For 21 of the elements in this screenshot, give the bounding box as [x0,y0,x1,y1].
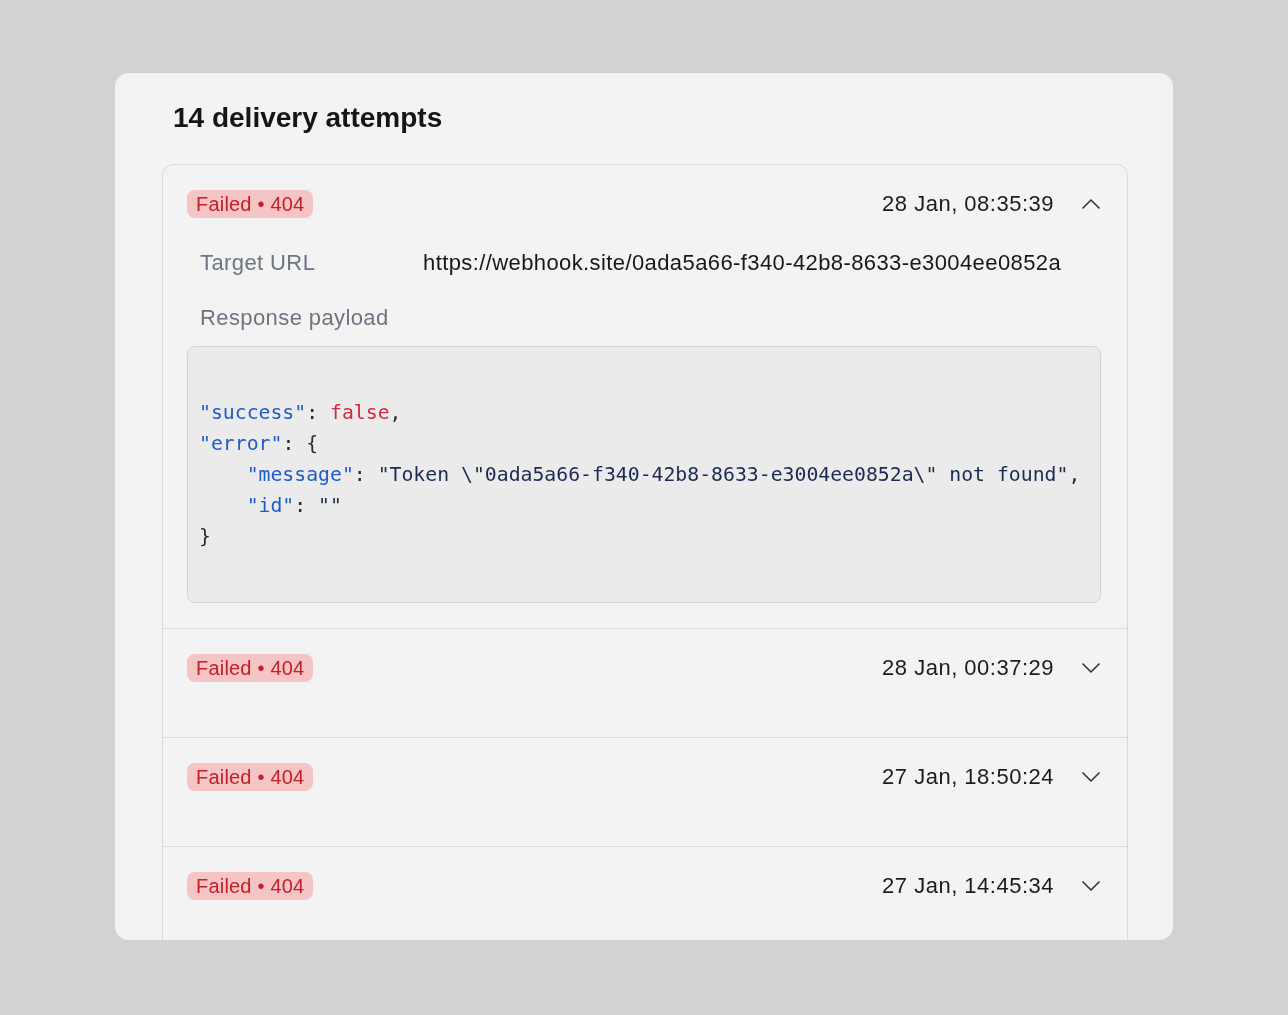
code-line: "message": "Token \"0ada5a66-f340-42b8-8633-e3004ee0852a\" not found", [246,462,1081,488]
attempt-time: 27 Jan, 14:45:34 [882,873,1054,899]
attempt-time: 27 Jan, 18:50:24 [882,764,1054,790]
status-badge: Failed • 404 [187,872,314,900]
chevron-down-icon[interactable] [1082,663,1100,673]
code-line: } [199,524,211,550]
chevron-down-icon[interactable] [1082,881,1100,891]
chevron-down-icon[interactable] [1082,772,1100,782]
target-url: https://webhook.site/0ada5a66-f340-42b8-8633-e3004ee0852a [423,249,1062,277]
status-badge: Failed • 404 [187,763,314,791]
chevron-up-icon[interactable] [1082,199,1100,209]
code-line: "error": { [199,431,319,457]
status-badge: Failed • 404 [187,654,314,682]
attempt-time: 28 Jan, 00:37:29 [882,655,1054,681]
section-title: 14 delivery attempts [173,102,443,134]
code-line: "success": false, [199,400,402,426]
status-badge: Failed • 404 [187,190,314,218]
field-label: Target URL [200,250,316,275]
attempt-time: 28 Jan, 08:35:39 [882,191,1054,217]
code-line: "id": "" [246,493,342,519]
field-label: Response payload [200,304,389,332]
